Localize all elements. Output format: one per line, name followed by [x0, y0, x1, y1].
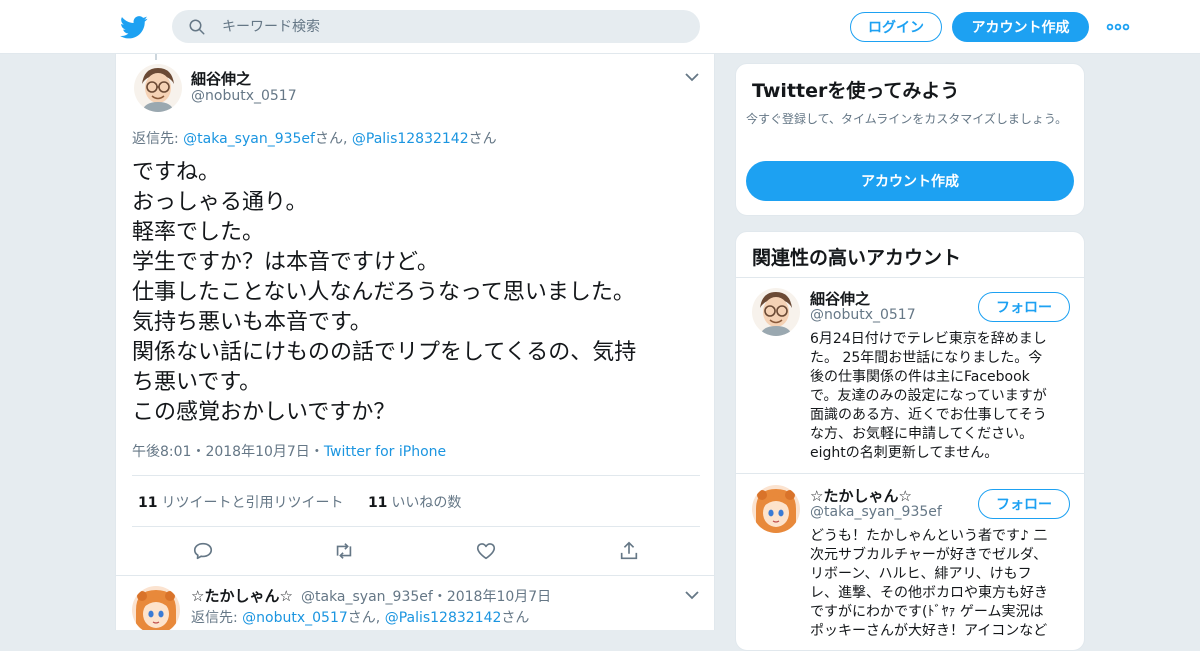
- bio-line: リボーン、ハルヒ、緋アリ、けもフ: [810, 566, 1032, 582]
- retweet-label: リツイートと引用リツイート: [161, 495, 344, 511]
- divider: [132, 475, 700, 476]
- tweet-column: 細谷伸之 @nobutx_0517 返信先: @taka_syan_935efさ…: [115, 54, 715, 630]
- account-handle[interactable]: @nobutx_0517: [810, 307, 916, 323]
- bio-line: どうも！たかしゃんという者です♪ 二: [810, 528, 1048, 544]
- tweet-text: ですね。 おっしゃる通り。 軽率でした。 学生ですか？は本音ですけど。 仕事した…: [132, 158, 702, 428]
- tweet-stats: 11 リツイートと引用リツイート 11 いいねの数: [138, 492, 461, 512]
- retweet-stat[interactable]: 11 リツイートと引用リツイート: [138, 495, 343, 511]
- chevron-down-icon[interactable]: [685, 590, 699, 600]
- avatar-man-icon: [760, 292, 792, 336]
- like-label: いいねの数: [391, 495, 462, 511]
- avatar[interactable]: [134, 64, 182, 112]
- thread-line: [155, 54, 157, 60]
- tweet-meta: 午後8:01・2018年10月7日・Twitter for iPhone: [132, 441, 446, 461]
- bio-line: レ、進撃、その他ボカロや東方も好き: [810, 585, 1048, 601]
- account-handle[interactable]: @taka_syan_935ef: [810, 504, 942, 520]
- share-icon[interactable]: [618, 540, 640, 562]
- tweet-text-line: ち悪いです。: [132, 370, 262, 395]
- bio-line: た。 25年間お世話になりました。今: [810, 350, 1043, 366]
- account-bio: 6月24日付けでテレビ東京を辞めまし た。 25年間お世話になりました。今 後の…: [810, 330, 1072, 463]
- mention-link[interactable]: @taka_syan_935ef: [183, 131, 315, 147]
- author-handle[interactable]: @nobutx_0517: [191, 88, 297, 104]
- search-icon: [189, 19, 205, 35]
- divider: [132, 526, 700, 527]
- avatar-anime-icon: [136, 590, 176, 630]
- author-name[interactable]: 細谷伸之: [191, 68, 251, 89]
- honorific-text: さん: [501, 610, 530, 626]
- avatar[interactable]: [132, 586, 180, 630]
- reply-author-name[interactable]: ☆たかしゃん☆: [191, 585, 293, 606]
- tweet-text-line: ですね。: [132, 160, 221, 185]
- account-name[interactable]: ☆たかしゃん☆: [810, 485, 912, 506]
- reply-to-line: 返信先: @taka_syan_935efさん, @Palis12832142さ…: [132, 128, 497, 148]
- mention-link[interactable]: @nobutx_0517: [242, 610, 348, 626]
- signup-prompt-title: Twitterを使ってみよう: [752, 80, 960, 102]
- divider: [736, 473, 1084, 474]
- mention-link[interactable]: @Palis12832142: [385, 610, 502, 626]
- avatar-man-icon: [142, 68, 174, 112]
- honorific-text: さん: [468, 131, 497, 147]
- login-button[interactable]: ログイン: [850, 12, 942, 42]
- follow-button[interactable]: フォロー: [978, 489, 1070, 519]
- bio-line: ポッキーさんが大好き！アイコンなど: [810, 623, 1048, 639]
- twitter-logo-icon[interactable]: [120, 13, 148, 41]
- reply-date[interactable]: 2018年10月7日: [447, 589, 551, 605]
- tweet-time[interactable]: 午後8:01: [132, 444, 191, 460]
- signup-button[interactable]: アカウント作成: [952, 12, 1089, 42]
- bio-line: な方、お気軽に申請してください。: [810, 426, 1034, 442]
- tweet-text-line: おっしゃる通り。: [132, 190, 308, 215]
- tweet-text-line: 関係ない話にけものの話でリプをしてくるの、気持: [132, 340, 637, 365]
- separator: ・: [432, 589, 447, 605]
- divider: [736, 277, 1084, 278]
- tweet-text-line: 気持ち悪いも本音です。: [132, 310, 372, 335]
- bio-line: ですがにわかです(ﾄﾞﾔｧ ゲーム実況は: [810, 604, 1044, 620]
- tweet-date[interactable]: 2018年10月7日: [205, 444, 309, 460]
- reply-meta: @taka_syan_935ef・2018年10月7日: [301, 586, 551, 606]
- tweet-text-line: この感覚おかしいですか？: [132, 400, 396, 425]
- honorific-text: さん,: [347, 610, 385, 626]
- bio-line: 面識のある方、近くでお仕事してそう: [810, 407, 1047, 423]
- account-name[interactable]: 細谷伸之: [810, 288, 870, 309]
- search-box[interactable]: [172, 10, 700, 43]
- related-accounts-card: 関連性の高いアカウント 細谷伸之 @nobutx_0517 フォロー 6月24日…: [735, 231, 1085, 651]
- signup-prompt-card: Twitterを使ってみよう 今すぐ登録して、タイムラインをカスタマイズしましょ…: [735, 63, 1085, 216]
- honorific-text: さん,: [314, 131, 352, 147]
- avatar-anime-icon: [756, 489, 796, 533]
- tweet-source-link[interactable]: Twitter for iPhone: [324, 444, 446, 460]
- reply-icon[interactable]: [192, 540, 214, 562]
- bio-line: 6月24日付けでテレビ東京を辞めまし: [810, 331, 1047, 347]
- follow-button[interactable]: フォロー: [978, 292, 1070, 322]
- like-stat[interactable]: 11 いいねの数: [368, 495, 461, 511]
- signup-prompt-description: 今すぐ登録して、タイムラインをカスタマイズしましょう。: [746, 112, 1068, 126]
- search-input[interactable]: [222, 10, 682, 43]
- separator: ・: [309, 444, 324, 460]
- reply-to-label: 返信先:: [191, 610, 243, 626]
- tweet-text-line: 学生ですか？は本音ですけど。: [132, 250, 439, 275]
- divider: [116, 575, 714, 576]
- bio-line: で。友達のみの設定になっていますが: [810, 388, 1047, 404]
- tweet-text-line: 軽率でした。: [132, 220, 265, 245]
- bio-line: eightの名刺更新してません。: [810, 445, 999, 461]
- reply-author-handle[interactable]: @taka_syan_935ef: [301, 589, 433, 605]
- top-bar: ログイン アカウント作成: [0, 0, 1200, 54]
- account-bio: どうも！たかしゃんという者です♪ 二 次元サブカルチャーが好きでゼルダ、 リボー…: [810, 527, 1072, 641]
- retweet-icon[interactable]: [333, 540, 355, 562]
- like-heart-icon[interactable]: [475, 540, 497, 562]
- chevron-down-icon[interactable]: [685, 72, 699, 82]
- related-accounts-title: 関連性の高いアカウント: [752, 247, 962, 269]
- mention-link[interactable]: @Palis12832142: [352, 131, 469, 147]
- retweet-count: 11: [138, 495, 158, 511]
- avatar[interactable]: [752, 485, 800, 533]
- separator: ・: [191, 444, 206, 460]
- sidebar-signup-button[interactable]: アカウント作成: [746, 161, 1074, 201]
- tweet-text-line: 仕事したことない人なんだろうなって思いました。: [132, 280, 635, 305]
- reply-to-label: 返信先:: [132, 131, 184, 147]
- like-count: 11: [367, 495, 388, 511]
- more-options-icon[interactable]: [1106, 17, 1130, 37]
- bio-line: 後の仕事関係の件は主にFacebook: [810, 369, 1030, 385]
- avatar[interactable]: [752, 288, 800, 336]
- bio-line: 次元サブカルチャーが好きでゼルダ、: [810, 547, 1048, 563]
- reply-to-line: 返信先: @nobutx_0517さん, @Palis12832142さん: [191, 607, 529, 627]
